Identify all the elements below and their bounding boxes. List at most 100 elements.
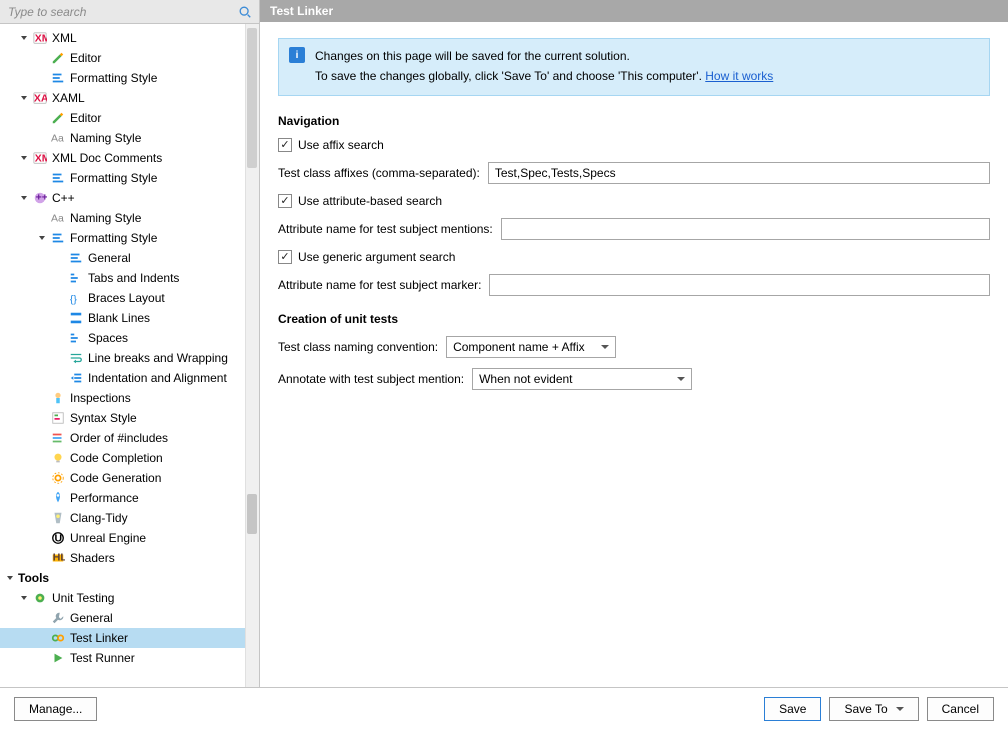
pencil-icon [50,110,66,126]
use-attr-label: Use attribute-based search [298,194,442,208]
tree-item-label: Test Runner [70,651,135,665]
tree-item-label: Unit Testing [52,591,114,605]
tree-item-label: Spaces [88,331,128,345]
tree-item-order-of-includes[interactable]: Order of #includes [0,428,245,448]
tree-item-tools[interactable]: Tools [0,568,245,588]
tree-item-label: Editor [70,51,101,65]
tree-item-braces-layout[interactable]: {}Braces Layout [0,288,245,308]
tree-item-xml[interactable]: XMLXML [0,28,245,48]
tree-item-spaces[interactable]: Spaces [0,328,245,348]
tree-item-clang-tidy[interactable]: Clang-Tidy [0,508,245,528]
tree-item-label: C++ [52,191,75,205]
use-attr-checkbox[interactable] [278,194,292,208]
tree-item-performance[interactable]: Performance [0,488,245,508]
caret-down-icon[interactable] [18,592,30,604]
caret-down-icon[interactable] [18,32,30,44]
affixes-label: Test class affixes (comma-separated): [278,166,480,180]
attr-marker-label: Attribute name for test subject marker: [278,278,481,292]
caret-down-icon[interactable] [18,192,30,204]
fmt-icon [68,250,84,266]
sidebar: XMLXML Editor Formatting Style XAMLXAML Edit… [0,0,260,687]
scrollbar-thumb[interactable] [247,494,257,534]
tree-item-test-linker[interactable]: Test Linker [0,628,245,648]
tree-item-formatting-style[interactable]: Formatting Style [0,68,245,88]
caret-down-icon[interactable] [18,92,30,104]
tree-item-line-breaks-and-wrapping[interactable]: Line breaks and Wrapping [0,348,245,368]
tree-item-shaders[interactable]: HLSLShaders [0,548,245,568]
tree-item-label: Tools [18,571,49,585]
blank-icon [68,310,84,326]
section-creation: Creation of unit tests [278,312,990,326]
tree-item-tabs-and-indents[interactable]: Tabs and Indents [0,268,245,288]
tree-item-label: Indentation and Alignment [88,371,227,385]
affixes-input[interactable] [488,162,990,184]
tree-item-naming-style[interactable]: AaNaming Style [0,208,245,228]
tree-item-label: Inspections [70,391,131,405]
save-to-button[interactable]: Save To [829,697,918,721]
search-input[interactable] [4,2,235,22]
tree-item-label: Shaders [70,551,115,565]
tree-item-general[interactable]: General [0,608,245,628]
tree-item-unreal-engine[interactable]: UUnreal Engine [0,528,245,548]
tree-item-label: Line breaks and Wrapping [88,351,228,365]
caret-down-icon[interactable] [18,152,30,164]
attr-mentions-input[interactable] [501,218,990,240]
cancel-button[interactable]: Cancel [927,697,994,721]
nav-tree[interactable]: XMLXML Editor Formatting Style XAMLXAML Edit… [0,24,245,687]
caret-down-icon[interactable] [4,572,16,584]
convention-select[interactable]: Component name + Affix [446,336,616,358]
tree-item-code-generation[interactable]: Code Generation [0,468,245,488]
tree-item-editor[interactable]: Editor [0,108,245,128]
tree-item-formatting-style[interactable]: Formatting Style [0,228,245,248]
run-icon [50,650,66,666]
rocket-icon [50,490,66,506]
tree-item-formatting-style[interactable]: Formatting Style [0,168,245,188]
panel-content: i Changes on this page will be saved for… [260,22,1008,687]
tree-item-test-runner[interactable]: Test Runner [0,648,245,668]
tree-item-inspections[interactable]: Inspections [0,388,245,408]
tree-item-syntax-style[interactable]: Syntax Style [0,408,245,428]
use-affix-checkbox[interactable] [278,138,292,152]
how-it-works-link[interactable]: How it works [705,69,773,83]
tree-item-c-[interactable]: ++C++ [0,188,245,208]
tree-item-label: XML Doc Comments [52,151,162,165]
tree-item-code-completion[interactable]: Code Completion [0,448,245,468]
tree-item-general[interactable]: General [0,248,245,268]
tree-item-label: Formatting Style [70,71,157,85]
scrollbar-thumb[interactable] [247,28,257,168]
panel-title: Test Linker [260,0,1008,22]
use-affix-label: Use affix search [298,138,384,152]
tree-item-label: Tabs and Indents [88,271,179,285]
use-generic-checkbox[interactable] [278,250,292,264]
tree-item-label: Formatting Style [70,171,157,185]
tree-item-label: XAML [52,91,85,105]
tree-item-label: Order of #includes [70,431,168,445]
save-button[interactable]: Save [764,697,821,721]
link-icon [50,630,66,646]
use-generic-label: Use generic argument search [298,250,455,264]
tree-item-unit-testing[interactable]: Unit Testing [0,588,245,608]
annotate-label: Annotate with test subject mention: [278,372,464,386]
wrap-icon [68,350,84,366]
svg-text:{}: {} [70,293,78,305]
attr-mentions-label: Attribute name for test subject mentions… [278,222,493,236]
tree-scrollbar[interactable] [245,24,259,687]
tree-item-blank-lines[interactable]: Blank Lines [0,308,245,328]
tree-item-xml-doc-comments[interactable]: XMLXML Doc Comments [0,148,245,168]
tree-item-label: XML [52,31,77,45]
tree-item-label: Editor [70,111,101,125]
caret-down-icon[interactable] [36,232,48,244]
search-icon[interactable] [235,2,255,22]
attr-marker-input[interactable] [489,274,990,296]
tree-item-label: Performance [70,491,139,505]
gear-icon [50,470,66,486]
annotate-select[interactable]: When not evident [472,368,692,390]
tree-item-label: Unreal Engine [70,531,146,545]
tree-item-indentation-and-alignment[interactable]: Indentation and Alignment [0,368,245,388]
tree-item-editor[interactable]: Editor [0,48,245,68]
section-navigation: Navigation [278,114,990,128]
tree-item-xaml[interactable]: XAMLXAML [0,88,245,108]
manage-button[interactable]: Manage... [14,697,97,721]
tree-item-label: Formatting Style [70,231,157,245]
tree-item-naming-style[interactable]: AaNaming Style [0,128,245,148]
